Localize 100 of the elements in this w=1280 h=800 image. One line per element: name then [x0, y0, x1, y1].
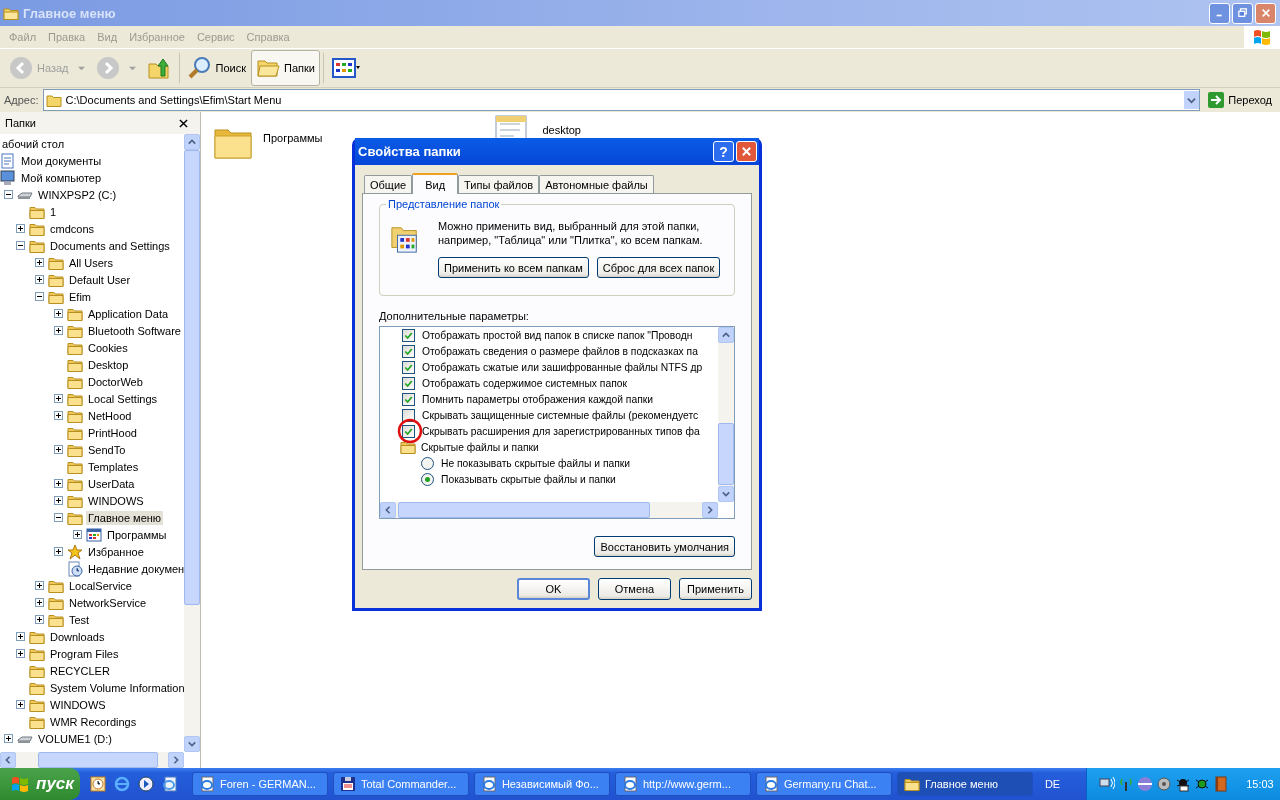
bug-mail-icon[interactable] — [1175, 776, 1192, 792]
scroll-thumb[interactable] — [184, 150, 200, 605]
tree-item[interactable]: абочий стол — [0, 136, 67, 151]
tree-item[interactable]: UserData — [86, 476, 137, 491]
tree-item[interactable]: cmdcons — [48, 221, 97, 236]
globe-icon[interactable] — [1137, 776, 1154, 792]
tree-item[interactable]: WINXPSP2 (C:) — [36, 187, 119, 202]
expand-toggle[interactable] — [54, 479, 63, 488]
tree-item[interactable]: Default User — [67, 272, 133, 287]
scroll-up-button[interactable] — [184, 134, 200, 150]
checkbox[interactable] — [402, 392, 415, 406]
vertical-scrollbar[interactable] — [184, 134, 200, 752]
antenna-icon[interactable] — [1118, 776, 1135, 792]
expand-toggle[interactable] — [54, 547, 63, 556]
taskbar-button[interactable]: Главное меню — [896, 772, 1033, 796]
tree-item[interactable]: WMR Recordings — [48, 714, 139, 729]
scroll-up-button[interactable] — [718, 327, 734, 343]
file-name[interactable]: Программы — [263, 122, 323, 144]
dialog-button[interactable]: Отмена — [598, 578, 671, 600]
expand-toggle[interactable] — [16, 632, 25, 641]
scroll-thumb[interactable] — [398, 502, 650, 518]
collapse-toggle[interactable] — [35, 292, 44, 301]
tree-item[interactable]: All Users — [67, 255, 115, 270]
expand-toggle[interactable] — [54, 394, 63, 403]
tree-item[interactable]: Downloads — [48, 629, 107, 644]
scroll-left-button[interactable] — [380, 502, 396, 518]
scroll-down-button[interactable] — [718, 486, 734, 502]
taskbar-button[interactable]: Foren - GERMAN... — [191, 772, 328, 796]
tree-item[interactable]: RECYCLER — [48, 663, 112, 678]
taskbar-button[interactable]: http://www.germ... — [614, 772, 751, 796]
checkbox[interactable] — [402, 360, 415, 374]
tree-item[interactable]: NetHood — [86, 408, 134, 423]
expand-toggle[interactable] — [54, 411, 63, 420]
vertical-scrollbar[interactable] — [718, 327, 734, 502]
apply-button[interactable]: Применить ко всем папкам — [438, 257, 589, 278]
tab[interactable]: Автономные файлы — [539, 175, 654, 193]
tree-item[interactable]: Мои документы — [19, 153, 104, 168]
tree-item[interactable]: Efim — [67, 289, 93, 304]
scroll-left-button[interactable] — [0, 752, 16, 768]
tree-item[interactable]: Program Files — [48, 646, 121, 661]
scroll-thumb[interactable] — [38, 752, 158, 768]
tree-item[interactable]: Bluetooth Software — [86, 323, 183, 338]
tree-item[interactable]: Программы — [105, 527, 169, 542]
tree-item[interactable]: 1 — [48, 204, 59, 219]
expand-toggle[interactable] — [4, 734, 13, 743]
start-button[interactable]: пуск — [0, 768, 80, 800]
tree-item[interactable]: SendTo — [86, 442, 128, 457]
expand-toggle[interactable] — [35, 275, 44, 284]
close-icon[interactable] — [179, 118, 188, 128]
tree-item[interactable]: WINDOWS — [48, 697, 108, 712]
tree-item[interactable]: Главное меню — [86, 510, 164, 525]
tab[interactable]: Типы файлов — [458, 175, 540, 193]
tree-item[interactable]: Desktop — [86, 357, 131, 372]
tree-item[interactable]: Local Settings — [86, 391, 160, 406]
tree-item[interactable]: Недавние докумен — [86, 561, 184, 576]
expand-toggle[interactable] — [35, 615, 44, 624]
tree-item[interactable]: LocalService — [67, 578, 134, 593]
checkbox[interactable] — [402, 424, 415, 438]
expand-toggle[interactable] — [16, 224, 25, 233]
media-player-icon[interactable] — [137, 776, 154, 792]
restore-defaults-button[interactable]: Восстановить умолчания — [594, 536, 735, 557]
document-icon[interactable] — [161, 776, 178, 792]
expand-toggle[interactable] — [16, 700, 25, 709]
apply-button[interactable]: Сброс для всех папок — [596, 257, 721, 278]
scroll-down-button[interactable] — [184, 736, 200, 752]
taskbar-button[interactable]: Total Commander... — [332, 772, 469, 796]
browser-icon[interactable] — [113, 776, 130, 792]
scroll-right-button[interactable] — [702, 502, 718, 518]
address-field[interactable]: C:\Documents and Settings\Efim\Start Menu — [42, 89, 1201, 111]
network-icon[interactable] — [1099, 776, 1116, 792]
checkbox[interactable] — [402, 344, 415, 358]
dialog-button[interactable]: Применить — [679, 578, 752, 600]
checkbox[interactable] — [402, 376, 415, 390]
dropdown-button[interactable] — [1184, 91, 1200, 109]
horizontal-scrollbar[interactable] — [0, 752, 184, 768]
collapse-toggle[interactable] — [16, 241, 25, 250]
help-button[interactable]: ? — [713, 141, 734, 162]
collapse-toggle[interactable] — [4, 190, 13, 199]
tree-item[interactable]: Test — [67, 612, 92, 627]
scroll-thumb[interactable] — [718, 423, 734, 485]
expand-toggle[interactable] — [35, 258, 44, 267]
tree-item[interactable]: Мой компьютер — [19, 170, 104, 185]
file-name[interactable]: desktop — [542, 114, 581, 136]
dialog-button[interactable]: OK — [517, 578, 590, 600]
close-button[interactable] — [736, 141, 757, 162]
tree-item[interactable]: Application Data — [86, 306, 171, 321]
tree-item[interactable]: NetworkService — [67, 595, 149, 610]
tree-item[interactable]: VOLUME1 (D:) — [36, 731, 114, 746]
tree-item[interactable]: Templates — [86, 459, 141, 474]
expand-toggle[interactable] — [54, 309, 63, 318]
scroll-right-button[interactable] — [168, 752, 184, 768]
tree-item[interactable]: DoctorWeb — [86, 374, 145, 389]
expand-toggle[interactable] — [35, 598, 44, 607]
search-button[interactable]: Поиск — [182, 50, 251, 86]
expand-toggle[interactable] — [16, 649, 25, 658]
tab[interactable]: Общие — [364, 175, 413, 193]
tree-item[interactable]: WINDOWS — [86, 493, 146, 508]
collapse-toggle[interactable] — [54, 513, 63, 522]
horizontal-scrollbar[interactable] — [380, 502, 718, 518]
tab[interactable]: Вид — [412, 173, 459, 194]
